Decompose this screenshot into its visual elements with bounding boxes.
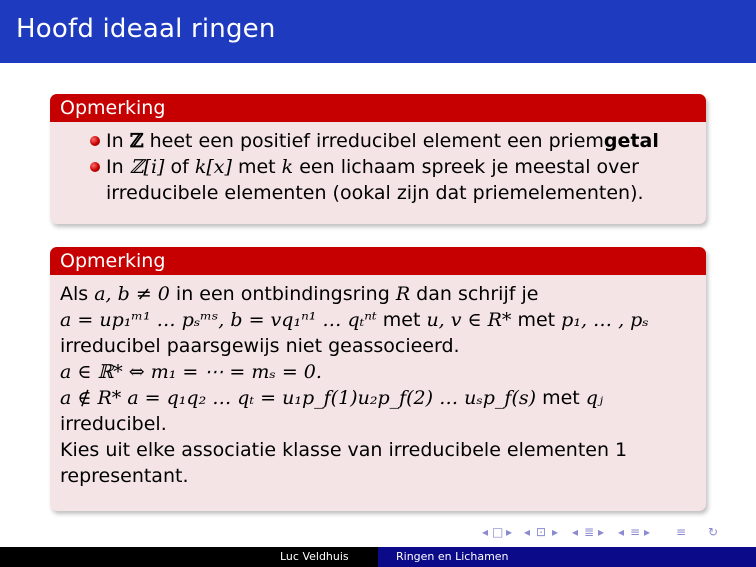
- remark-block-1-body: In ℤ heet een positief irreducibel eleme…: [50, 122, 706, 214]
- nav-toc-icon[interactable]: ≡: [676, 525, 686, 539]
- nav-subsection-prev-icon[interactable]: ◂: [524, 525, 530, 539]
- footer-title: Ringen en Lichamen: [396, 550, 509, 563]
- text-line: Kies uit elke associatie klasse van irre…: [60, 439, 628, 461]
- text-line: representant.: [60, 465, 189, 487]
- bullet-icon: [90, 136, 100, 146]
- nav-document-next-icon[interactable]: ▸: [644, 525, 650, 539]
- title-bar: Hoofd ideaal ringen: [0, 0, 756, 63]
- bold-word: getal: [603, 130, 659, 152]
- text-line: a ∉ R* a = q₁q₂ … qₜ = u₁p_f(1)u₂p_f(2) …: [60, 387, 603, 409]
- list-item: In ℤ[i] of k[x] met k een lichaam spreek…: [60, 154, 694, 206]
- footer-author: Luc Veldhuis: [280, 550, 349, 563]
- bullet-icon: [90, 162, 100, 172]
- nav-subsection-next-icon[interactable]: ▸: [552, 525, 558, 539]
- nav-search-icon[interactable]: ↻: [708, 525, 718, 539]
- nav-document-icon[interactable]: ≡: [630, 525, 640, 539]
- text-line: a = up₁ᵐ¹ … pₛᵐˢ, b = vq₁ⁿ¹ … qₜⁿᵗ met u…: [60, 309, 649, 331]
- nav-section-prev-icon[interactable]: ◂: [572, 525, 578, 539]
- gaussian-integers-symbol: ℤ[i]: [129, 156, 165, 178]
- remark-block-2-body: Als a, b ≠ 0 in een ontbindingsring R da…: [50, 275, 706, 497]
- slide-title: Hoofd ideaal ringen: [16, 14, 276, 44]
- nav-frame-next-icon[interactable]: ▸: [506, 525, 512, 539]
- nav-document-prev-icon[interactable]: ◂: [618, 525, 624, 539]
- remark-block-2-heading: Opmerking: [50, 247, 706, 275]
- list-item: In ℤ heet een positief irreducibel eleme…: [60, 128, 694, 154]
- remark-block-2: Opmerking Als a, b ≠ 0 in een ontbinding…: [50, 247, 706, 511]
- text-line: Als a, b ≠ 0 in een ontbindingsring R da…: [60, 283, 539, 305]
- nav-section-next-icon[interactable]: ▸: [598, 525, 604, 539]
- nav-frame-icon[interactable]: □: [492, 525, 503, 539]
- text-line: a ∈ ℝ* ⇔ m₁ = ⋯ = mₛ = 0.: [60, 361, 322, 383]
- integers-symbol: ℤ: [129, 130, 144, 152]
- remark-block-1-heading: Opmerking: [50, 94, 706, 122]
- footer-bar: Luc Veldhuis Ringen en Lichamen: [0, 547, 756, 567]
- remark-block-1: Opmerking In ℤ heet een positief irreduc…: [50, 94, 706, 224]
- polynomial-ring-symbol: k[x]: [194, 156, 232, 178]
- nav-frame-prev-icon[interactable]: ◂: [482, 525, 488, 539]
- text-line: irreducibel.: [60, 413, 167, 435]
- nav-section-icon[interactable]: ≣: [584, 525, 594, 539]
- text-line: irreducibel paarsgewijs niet geassocieer…: [60, 335, 460, 357]
- nav-subsection-icon[interactable]: ⊡: [536, 525, 546, 539]
